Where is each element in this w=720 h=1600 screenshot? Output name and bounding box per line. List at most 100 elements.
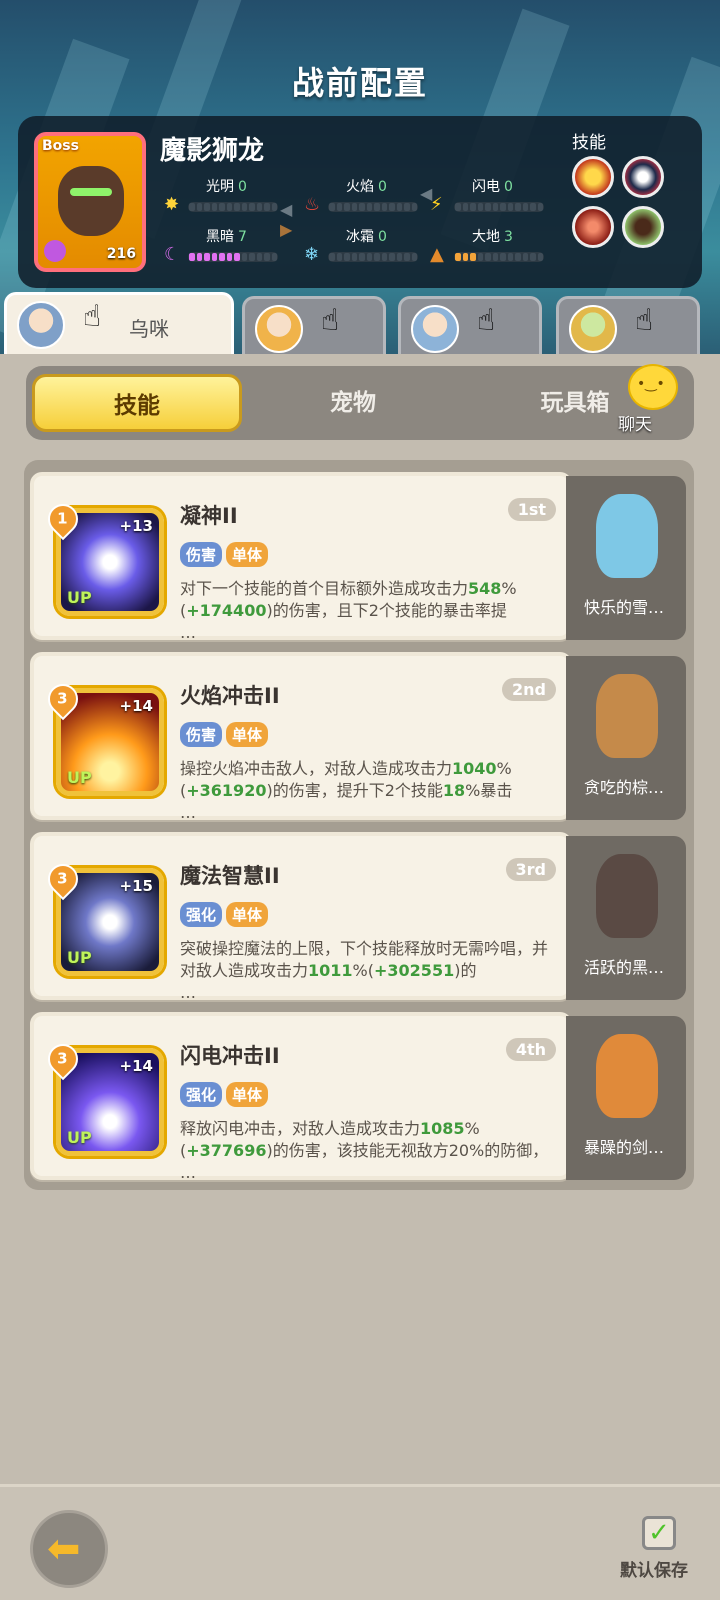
hero-tab-1[interactable]: ☝ 乌咪 xyxy=(4,292,234,358)
hero-avatar xyxy=(17,301,65,349)
skill-description: 对下一个技能的首个目标额外造成攻击力548%(+174400)的伤害，且下2个技… xyxy=(180,579,517,638)
skill-description: 突破操控魔法的上限，下个技能释放时无需吟唱，并对敌人造成攻击力1011%(+30… xyxy=(180,939,549,998)
element-earth: ▲ 大地 3 xyxy=(430,226,560,270)
skill-rank-value: 3 xyxy=(57,689,68,708)
skill-plus-level: +13 xyxy=(119,517,153,535)
pet-slot[interactable]: 活跃的黑… xyxy=(566,836,686,1000)
skill-name: 凝神II xyxy=(180,504,238,528)
hero-tab-3[interactable]: ☝ xyxy=(398,296,542,356)
tab-skills[interactable]: 技能 xyxy=(32,374,242,432)
pet-name: 活跃的黑… xyxy=(584,958,665,977)
skill-card[interactable]: +14 UP 3 闪电冲击II 4th 强化 单体 释放闪电冲击，对敌人造成攻击… xyxy=(30,1012,572,1180)
boss-skill-flame-icon[interactable] xyxy=(572,156,614,198)
skill-row[interactable]: +14 UP 3 火焰冲击II 2nd 伤害 单体 操控火焰冲击敌人，对敌人造成… xyxy=(30,652,686,820)
skill-order-tag: 3rd xyxy=(505,858,556,881)
boss-tag: Boss xyxy=(42,138,79,154)
default-save-label: 默认保存 xyxy=(620,1561,688,1581)
pet-slot[interactable]: 贪吃的棕… xyxy=(566,656,686,820)
boss-skill-bird-icon[interactable] xyxy=(622,156,664,198)
hero-tab-2[interactable]: ☝ xyxy=(242,296,386,356)
skill-order-tag: 4th xyxy=(505,1038,556,1061)
tap-hand-icon: ☝ xyxy=(635,303,654,338)
element-dark: ☾ 黑暗 7 xyxy=(164,226,294,270)
skill-target-tag: 单体 xyxy=(226,722,269,747)
skill-target-tag: 单体 xyxy=(226,542,269,567)
skill-row[interactable]: +13 UP 1 凝神II 1st 伤害 单体 对下一个技能的首个目标额外造成攻… xyxy=(30,472,686,640)
upgrade-label: UP xyxy=(67,768,92,787)
element-name: 大地 xyxy=(472,229,500,245)
sword-pet-icon xyxy=(596,1034,658,1118)
lion-dragon-portrait-icon xyxy=(58,166,124,236)
hero-avatar xyxy=(255,305,303,353)
chat-button[interactable]: 聊天 xyxy=(610,364,690,435)
skill-type-tag: 强化 xyxy=(180,902,223,927)
skill-card[interactable]: +14 UP 3 火焰冲击II 2nd 伤害 单体 操控火焰冲击敌人，对敌人造成… xyxy=(30,652,572,820)
boss-skill-shadow-icon[interactable] xyxy=(622,206,664,248)
skill-card[interactable]: +15 UP 3 魔法智慧II 3rd 强化 单体 突破操控魔法的上限，下个技能… xyxy=(30,832,572,1000)
upgrade-label: UP xyxy=(67,1128,92,1147)
boss-name: 魔影狮龙 xyxy=(160,136,265,166)
back-arrow-icon: ⬅ xyxy=(47,1526,81,1572)
dark-element-icon xyxy=(44,240,66,262)
element-value: 0 xyxy=(378,179,387,195)
tap-hand-icon: ☝ xyxy=(321,303,340,338)
hero-avatar xyxy=(569,305,617,353)
bottom-bar xyxy=(0,1484,720,1600)
back-button[interactable]: ⬅ xyxy=(30,1510,108,1588)
chat-label: 聊天 xyxy=(618,415,652,435)
element-value: 0 xyxy=(504,179,513,195)
bee-bear-pet-icon xyxy=(596,674,658,758)
skill-order-tag: 2nd xyxy=(502,678,556,701)
skill-card[interactable]: +13 UP 1 凝神II 1st 伤害 单体 对下一个技能的首个目标额外造成攻… xyxy=(30,472,572,640)
black-pig-pet-icon xyxy=(596,854,658,938)
element-name: 光明 xyxy=(206,179,234,195)
skill-row[interactable]: +14 UP 3 闪电冲击II 4th 强化 单体 释放闪电冲击，对敌人造成攻击… xyxy=(30,1012,686,1180)
default-save-toggle[interactable]: ✓ 默认保存 xyxy=(620,1516,710,1586)
skill-plus-level: +14 xyxy=(119,697,153,715)
skill-description: 操控火焰冲击敌人，对敌人造成攻击力1040%(+361920)的伤害，提升下2个… xyxy=(180,759,513,818)
sun-icon: ✸ xyxy=(164,194,180,215)
tab-pets[interactable]: 宠物 xyxy=(248,374,458,432)
hero-tab-4[interactable]: ☝ xyxy=(556,296,700,356)
boss-skill-claw-icon[interactable] xyxy=(572,206,614,248)
tap-hand-icon: ☝ xyxy=(477,303,496,338)
boss-skills-label: 技能 xyxy=(572,133,606,153)
element-fire: ♨ 火焰 0 xyxy=(304,176,434,220)
skill-plus-level: +15 xyxy=(119,877,153,895)
boss-portrait[interactable]: Boss 216 xyxy=(34,132,146,272)
skill-target-tag: 单体 xyxy=(226,1082,269,1107)
element-light: ✸ 光明 0 xyxy=(164,176,294,220)
snowflake-icon: ❄ xyxy=(304,244,320,265)
element-value: 0 xyxy=(238,179,247,195)
skill-type-tag: 伤害 xyxy=(180,542,223,567)
category-segmented-control: 技能 宠物 玩具箱 xyxy=(26,366,694,440)
boss-level: 216 xyxy=(106,246,136,262)
skill-name: 火焰冲击II xyxy=(180,684,280,708)
element-name: 黑暗 xyxy=(206,229,234,245)
page-title: 战前配置 xyxy=(291,64,428,102)
element-value: 7 xyxy=(238,229,247,245)
skill-plus-level: +14 xyxy=(119,1057,153,1075)
skill-type-tag: 伤害 xyxy=(180,722,223,747)
element-value: 0 xyxy=(378,229,387,245)
element-name: 闪电 xyxy=(472,179,500,195)
earth-icon: ▲ xyxy=(430,244,444,265)
upgrade-label: UP xyxy=(67,948,92,967)
skill-name: 闪电冲击II xyxy=(180,1044,280,1068)
skill-rank-value: 3 xyxy=(57,1049,68,1068)
pet-name: 贪吃的棕… xyxy=(584,778,665,797)
element-lightning: ⚡ 闪电 0 xyxy=(430,176,560,220)
skill-row[interactable]: +15 UP 3 魔法智慧II 3rd 强化 单体 突破操控魔法的上限，下个技能… xyxy=(30,832,686,1000)
chat-smiley-icon xyxy=(628,364,678,410)
element-value: 3 xyxy=(504,229,513,245)
flame-icon: ♨ xyxy=(304,194,321,215)
checkmark-icon: ✓ xyxy=(642,1516,676,1550)
skill-target-tag: 单体 xyxy=(226,902,269,927)
pet-slot[interactable]: 暴躁的剑… xyxy=(566,1016,686,1180)
pet-slot[interactable]: 快乐的雪… xyxy=(566,476,686,640)
element-name: 火焰 xyxy=(346,179,374,195)
hero-name: 乌咪 xyxy=(129,317,169,341)
skill-rank-value: 1 xyxy=(57,509,68,528)
skill-name: 魔法智慧II xyxy=(180,864,280,888)
hero-avatar xyxy=(411,305,459,353)
